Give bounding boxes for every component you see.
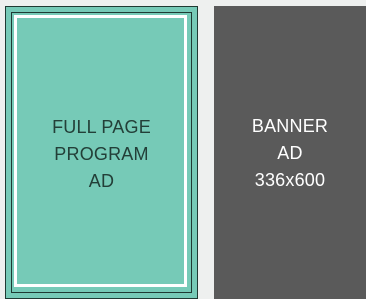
- program-ad-label: FULL PAGE PROGRAM AD: [6, 114, 197, 195]
- program-ad-label-line-2: PROGRAM: [54, 144, 149, 164]
- program-ad-label-line-1: FULL PAGE: [52, 117, 151, 137]
- banner-ad-label: BANNER AD 336x600: [214, 113, 366, 194]
- banner-ad-label-line-3: 336x600: [254, 170, 326, 190]
- banner-ad-label-line-2: AD: [277, 143, 303, 163]
- program-ad-label-line-3: AD: [88, 171, 115, 191]
- banner-ad[interactable]: BANNER AD 336x600: [214, 6, 366, 299]
- ad-placements: FULL PAGE PROGRAM AD BANNER AD 336x600: [0, 0, 366, 299]
- full-page-program-ad[interactable]: FULL PAGE PROGRAM AD: [5, 6, 198, 299]
- banner-ad-label-line-1: BANNER: [251, 116, 329, 136]
